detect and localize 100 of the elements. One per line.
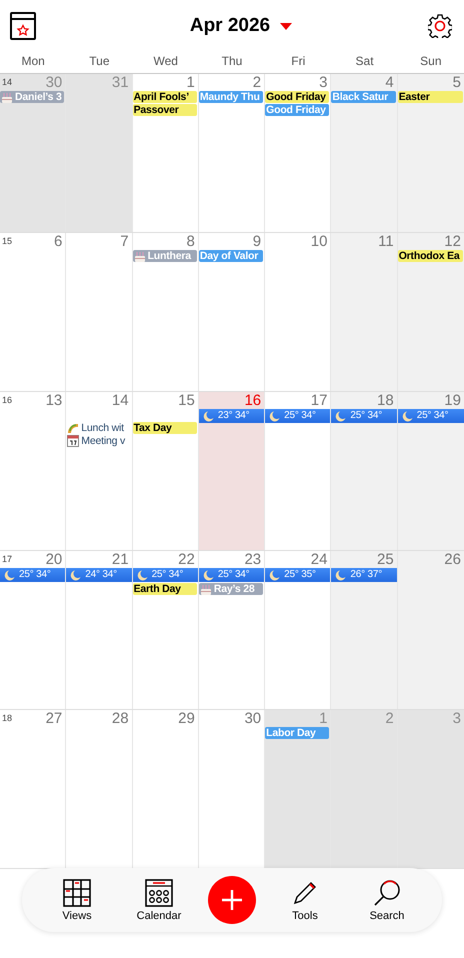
cake-icon [134,250,146,262]
holiday-event[interactable]: Maundy Thu [198,91,264,103]
weather-forecast[interactable]: 25° 35° [265,568,330,582]
calendar-event[interactable]: Lunch wit [66,422,131,434]
birthday-event[interactable]: Daniel’s 3 [0,91,64,103]
weekday-label: Sat [354,53,375,70]
date-number: 14 [112,393,129,409]
holiday-event[interactable]: April Fools’ [132,91,197,103]
weather-forecast[interactable]: 24° 34° [66,568,132,582]
dropdown-caret-icon[interactable] [280,22,292,30]
holiday-event[interactable]: Passover [132,104,197,116]
holiday-event[interactable]: Earth Day [132,583,197,595]
day-cell[interactable]: 2 Maundy Thu [198,74,266,232]
holiday-event[interactable]: Good Friday [265,91,330,103]
birthday-event[interactable]: Lunthera [132,250,197,262]
birthday-event[interactable]: Ray’s 28 [198,583,264,595]
grid-icon [63,878,91,906]
day-cell[interactable]: 3 [398,710,464,868]
day-cell[interactable]: 5 Easter [398,74,464,232]
day-cell[interactable]: 29 [132,710,199,868]
calendar-icon [67,435,80,447]
day-cell[interactable]: 31 [66,74,133,232]
day-cell[interactable]: 19 25° 34° [398,392,464,550]
day-cell[interactable]: 3 Good Friday Good Friday [265,74,332,232]
weather-forecast[interactable]: 25° 34° [0,568,66,582]
day-cell[interactable]: 1 Labor Day [265,710,332,868]
day-cell[interactable]: 17 20 25° 34° [0,551,66,709]
week-number: 17 [2,554,12,564]
moon-icon [202,570,214,580]
moon-icon [269,570,280,580]
holiday-event[interactable]: Easter [398,91,463,103]
date-number: 1 [319,711,328,727]
day-cell[interactable]: 21 24° 34° [66,551,133,709]
day-cell[interactable]: 16 23° 34° [198,392,266,550]
views-button[interactable]: Views [44,878,110,922]
calendar-button[interactable]: Calendar [126,878,192,922]
date-number: 16 [244,393,262,409]
day-cell[interactable]: 15 6 [0,233,66,391]
weather-forecast[interactable]: 25° 34° [132,568,198,582]
tools-button[interactable]: Tools [272,878,338,922]
day-cell[interactable]: 26 [398,551,464,709]
date-number: 11 [378,234,394,250]
day-cell[interactable]: 9 Day of Valor [198,233,266,391]
date-number: 30 [46,75,62,91]
holiday-event[interactable]: Labor Day [265,727,330,739]
day-cell[interactable]: 8 Lunthera [132,233,199,391]
moon-icon [136,570,148,580]
date-number: 28 [112,711,129,727]
weekday-label: Sun [419,53,443,70]
date-number: 22 [178,552,195,568]
date-number: 3 [319,75,328,91]
day-cell[interactable]: 23 25° 34° Ray’s 28 [198,551,266,709]
date-number: 1 [186,75,195,91]
day-cell[interactable]: 14 30 Daniel’s 3 [0,74,66,232]
day-cell[interactable]: 17 25° 34° [265,392,332,550]
search-button[interactable]: Search [354,878,420,922]
date-number: 19 [444,393,461,409]
month-title[interactable]: Apr 2026 [190,15,270,37]
weather-forecast[interactable]: 25° 34° [331,409,397,423]
day-cell[interactable]: 15 Tax Day [132,392,199,550]
holiday-event[interactable]: Day of Valor [198,250,264,262]
day-cell[interactable]: 11 [331,233,398,391]
day-cell[interactable]: 14 Lunch wit Meeting v [66,392,133,550]
weather-forecast[interactable]: 25° 34° [265,409,330,423]
date-number: 13 [46,393,62,409]
holiday-event[interactable]: Black Satur [331,91,396,103]
date-number: 25 [377,552,394,568]
add-button[interactable] [208,876,256,924]
holiday-event[interactable]: Good Friday [265,104,330,116]
weekday-label: Fri [290,53,306,70]
calendar-event[interactable]: Meeting v [66,435,131,447]
moon-icon [335,570,346,580]
day-cell[interactable]: 16 13 [0,392,66,550]
date-number: 7 [120,234,129,250]
day-cell[interactable]: 12 Orthodox Ea [398,233,464,391]
moon-icon [4,570,15,580]
date-number: 5 [452,75,461,91]
weather-forecast[interactable]: 25° 34° [198,568,264,582]
moon-icon [202,410,214,422]
weather-forecast[interactable]: 25° 34° [398,409,464,423]
weather-forecast[interactable]: 26° 37° [331,568,397,582]
weather-forecast[interactable]: 23° 34° [198,409,264,423]
holiday-event[interactable]: Tax Day [132,422,197,434]
day-cell[interactable]: 25 26° 37° [331,551,398,709]
day-cell[interactable]: 1 April Fools’ Passover [132,74,199,232]
date-number: 18 [377,393,394,409]
date-number: 2 [252,75,262,91]
day-cell[interactable]: 18 27 [0,710,66,868]
day-cell[interactable]: 2 [331,710,398,868]
day-cell[interactable]: 4 Black Satur [331,74,398,232]
date-number: 31 [112,75,129,91]
day-cell[interactable]: 18 25° 34° [331,392,398,550]
day-cell[interactable]: 24 25° 35° [265,551,332,709]
settings-icon[interactable] [428,14,452,38]
date-number: 3 [452,711,461,727]
holiday-event[interactable]: Orthodox Ea [398,250,463,262]
day-cell[interactable]: 22 25° 34° Earth Day [132,551,199,709]
date-number: 8 [186,234,195,250]
date-number: 20 [46,552,62,568]
plus-icon [221,889,243,911]
